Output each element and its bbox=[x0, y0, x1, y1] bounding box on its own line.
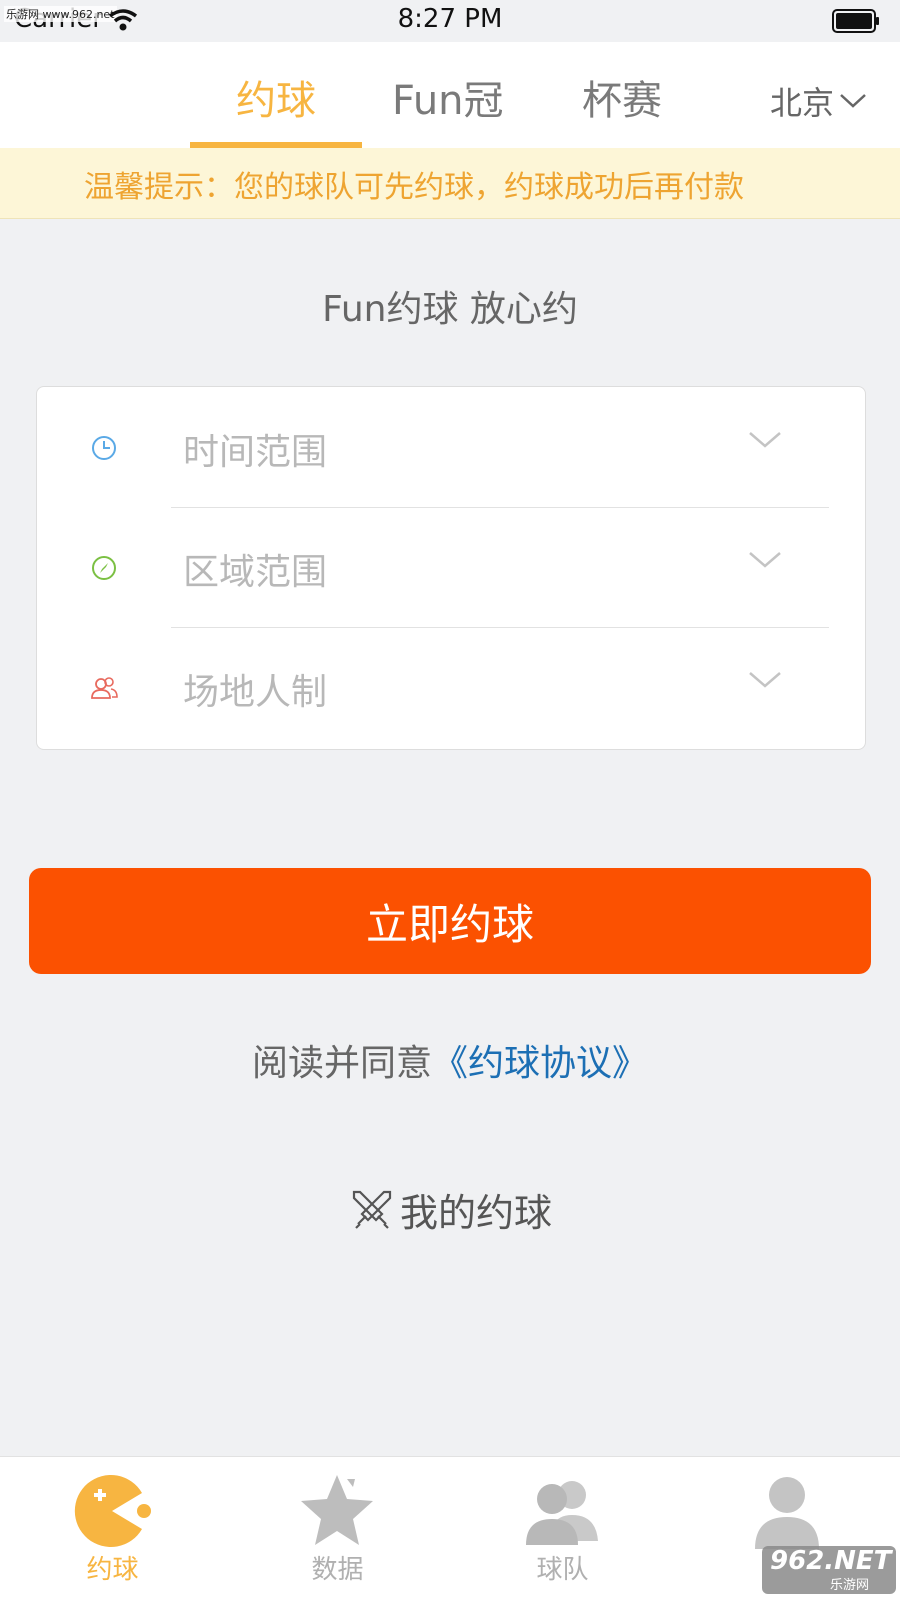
my-matches-button[interactable]: 我的约球 bbox=[350, 1182, 552, 1237]
my-matches-label: 我的约球 bbox=[400, 1191, 553, 1235]
bottom-tab-yueqiu[interactable]: 约球 bbox=[0, 1457, 225, 1601]
tab-yueqiu[interactable]: 约球 bbox=[236, 68, 316, 126]
filter-card: 时间范围 区域范围 场地人制 bbox=[36, 386, 866, 750]
agreement-link[interactable]: 《约球协议》 bbox=[432, 1043, 648, 1084]
pacman-icon bbox=[74, 1475, 151, 1547]
crossed-swords-icon bbox=[352, 1190, 392, 1229]
bottom-tab-team[interactable]: 球队 bbox=[450, 1457, 675, 1601]
bottom-tab-label: 约球 bbox=[86, 1555, 139, 1585]
time-range-placeholder: 时间范围 bbox=[183, 432, 328, 473]
team-icon bbox=[526, 1481, 598, 1545]
area-range-selector[interactable]: 区域范围 bbox=[37, 507, 865, 627]
city-label: 北京 bbox=[770, 84, 835, 122]
bottom-tab-label: 数据 bbox=[311, 1555, 364, 1585]
people-icon bbox=[91, 677, 118, 699]
chevron-down-icon bbox=[749, 552, 781, 568]
agreement-text: 阅读并同意《约球协议》 bbox=[0, 1034, 900, 1086]
top-nav: 约球 Fun冠 杯赛 北京 bbox=[0, 42, 900, 149]
page-subtitle: Fun约球 放心约 bbox=[322, 289, 578, 330]
tip-text: 温馨提示：您的球队可先约球，约球成功后再付款 bbox=[84, 170, 744, 205]
area-range-placeholder: 区域范围 bbox=[183, 552, 328, 593]
watermark-text: 乐游网 www.962.net bbox=[4, 6, 117, 22]
watermark-logo-text: 962.NET bbox=[770, 1546, 892, 1576]
time-range-selector[interactable]: 时间范围 bbox=[37, 387, 865, 507]
chevron-down-icon bbox=[749, 672, 781, 688]
tab-beisai[interactable]: 杯赛 bbox=[582, 68, 662, 126]
watermark-logo: 962.NET 乐游网 bbox=[762, 1546, 896, 1594]
clock-icon bbox=[92, 436, 116, 460]
book-now-button[interactable]: 立即约球 bbox=[29, 868, 871, 974]
pitch-format-selector[interactable]: 场地人制 bbox=[37, 627, 865, 747]
status-bar: 8:27 PM Carrier 乐游网 www.962.net bbox=[0, 0, 900, 42]
bottom-tab-label: 球队 bbox=[536, 1555, 589, 1585]
chevron-down-icon bbox=[840, 94, 866, 108]
city-selector[interactable]: 北京 bbox=[770, 78, 868, 124]
pitch-format-placeholder: 场地人制 bbox=[183, 672, 328, 713]
tab-funguan[interactable]: Fun冠 bbox=[392, 68, 504, 126]
compass-icon bbox=[92, 556, 116, 580]
watermark-logo-subtext: 乐游网 bbox=[830, 1578, 870, 1593]
profile-icon bbox=[755, 1477, 819, 1549]
tip-banner: 温馨提示：您的球队可先约球，约球成功后再付款 bbox=[0, 148, 900, 219]
agreement-prefix: 阅读并同意 bbox=[251, 1043, 432, 1084]
chevron-down-icon bbox=[749, 432, 781, 448]
bottom-tab-data[interactable]: 数据 bbox=[225, 1457, 450, 1601]
battery-icon bbox=[832, 9, 879, 33]
star-icon bbox=[301, 1475, 373, 1545]
wifi-icon bbox=[108, 9, 138, 31]
